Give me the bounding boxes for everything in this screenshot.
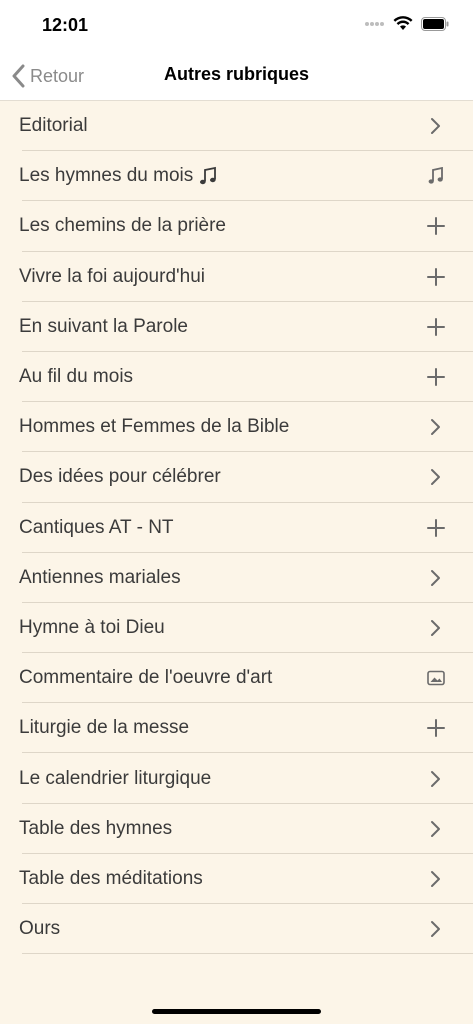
chevron-right-icon bbox=[427, 418, 445, 436]
plus-icon bbox=[427, 719, 445, 738]
list-item-text: Antiennes mariales bbox=[19, 566, 181, 588]
battery-icon bbox=[421, 16, 449, 31]
list-item-text: Editorial bbox=[19, 115, 88, 137]
list-item-text: Les hymnes du mois bbox=[19, 165, 194, 187]
list-item[interactable]: Les hymnes du mois bbox=[0, 151, 473, 202]
list-item-label: Les chemins de la prière bbox=[19, 215, 226, 237]
plus-icon bbox=[427, 317, 445, 336]
list-item[interactable]: Hommes et Femmes de la Bible bbox=[0, 402, 473, 453]
list-item-label: Vivre la foi aujourd'hui bbox=[19, 266, 205, 288]
chevron-right-icon bbox=[427, 920, 445, 938]
plus-icon bbox=[427, 267, 445, 286]
list-item[interactable]: Commentaire de l'oeuvre d'art bbox=[0, 653, 473, 704]
list-item-text: Hommes et Femmes de la Bible bbox=[19, 416, 290, 438]
list-item-text: Cantiques AT - NT bbox=[19, 516, 174, 538]
list-item-text: Au fil du mois bbox=[19, 366, 134, 388]
list-item-label: Au fil du mois bbox=[19, 366, 133, 388]
list-item-label: Table des méditations bbox=[19, 868, 203, 890]
list-item-label: Table des hymnes bbox=[19, 818, 172, 840]
list-item-label: Cantiques AT - NT bbox=[19, 517, 174, 539]
list-item-text: Vivre la foi aujourd'hui bbox=[19, 265, 206, 287]
list-item[interactable]: Antiennes mariales bbox=[0, 553, 473, 604]
list-item[interactable]: Table des méditations bbox=[0, 854, 473, 905]
chevron-right-icon bbox=[427, 820, 445, 838]
list-item[interactable]: Des idées pour célébrer bbox=[0, 452, 473, 503]
list-item-label: Hommes et Femmes de la Bible bbox=[19, 416, 289, 438]
list-item-label: Ours bbox=[19, 918, 60, 940]
list-item-text: Table des hymnes bbox=[19, 817, 173, 839]
list-item-text: Hymne à toi Dieu bbox=[19, 616, 165, 638]
list-item-label: Hymne à toi Dieu bbox=[19, 617, 165, 639]
chevron-right-icon bbox=[427, 569, 445, 587]
list-item[interactable]: Hymne à toi Dieu bbox=[0, 603, 473, 654]
list-item-label: Editorial bbox=[19, 115, 88, 137]
list-item[interactable]: Table des hymnes bbox=[0, 804, 473, 855]
image-icon bbox=[427, 669, 445, 687]
list-item-text: Table des méditations bbox=[19, 867, 203, 889]
list-item-text: Le calendrier liturgique bbox=[19, 767, 212, 789]
list-item[interactable]: Le calendrier liturgique bbox=[0, 753, 473, 804]
rubriques-list: Editorial Les hymnes du mois Les chemins d… bbox=[0, 101, 473, 955]
music-note-icon bbox=[199, 166, 217, 186]
wifi-icon bbox=[393, 16, 413, 30]
page-title: Autres rubriques bbox=[163, 64, 310, 84]
chevron-right-icon bbox=[427, 468, 445, 486]
navigation-bar: Retour Autres rubriques bbox=[0, 52, 473, 101]
list-item-text: Les chemins de la prière bbox=[19, 215, 226, 237]
list-item[interactable]: Les chemins de la prière bbox=[0, 201, 473, 252]
music-note-icon bbox=[427, 167, 445, 185]
list-item[interactable]: Liturgie de la messe bbox=[0, 703, 473, 754]
list-item-text: Des idées pour célébrer bbox=[19, 466, 221, 488]
status-bar: 12:01 bbox=[0, 0, 473, 52]
list-item[interactable]: Au fil du mois bbox=[0, 352, 473, 403]
list-item-label: Les hymnes du mois bbox=[19, 165, 217, 187]
list-item-text: Ours bbox=[19, 918, 61, 940]
list-item-label: Antiennes mariales bbox=[19, 567, 181, 589]
chevron-right-icon bbox=[427, 117, 445, 135]
list-item[interactable]: En suivant la Parole bbox=[0, 302, 473, 353]
list-item[interactable]: Vivre la foi aujourd'hui bbox=[0, 252, 473, 302]
plus-icon bbox=[427, 368, 445, 387]
list-item-label: Liturgie de la messe bbox=[19, 717, 189, 739]
plus-icon bbox=[427, 518, 445, 537]
list-item[interactable]: Ours bbox=[0, 904, 473, 955]
signal-icon bbox=[365, 21, 384, 26]
chevron-right-icon bbox=[427, 870, 445, 888]
list-item[interactable]: Editorial bbox=[0, 101, 473, 152]
list-item-label: Des idées pour célébrer bbox=[19, 466, 221, 488]
list-item-text: En suivant la Parole bbox=[19, 315, 188, 337]
list-item-label: En suivant la Parole bbox=[19, 316, 188, 338]
chevron-right-icon bbox=[427, 770, 445, 788]
list-item-text: Commentaire de l'oeuvre d'art bbox=[19, 667, 273, 689]
status-time: 12:01 bbox=[42, 15, 89, 35]
list-item-text: Liturgie de la messe bbox=[19, 717, 190, 739]
plus-icon bbox=[427, 217, 445, 236]
list-item-label: Commentaire de l'oeuvre d'art bbox=[19, 667, 272, 689]
status-icons bbox=[365, 16, 449, 31]
home-indicator[interactable] bbox=[152, 1009, 321, 1014]
list-item-label: Le calendrier liturgique bbox=[19, 768, 211, 790]
chevron-right-icon bbox=[427, 619, 445, 637]
list-item[interactable]: Cantiques AT - NT bbox=[0, 503, 473, 553]
